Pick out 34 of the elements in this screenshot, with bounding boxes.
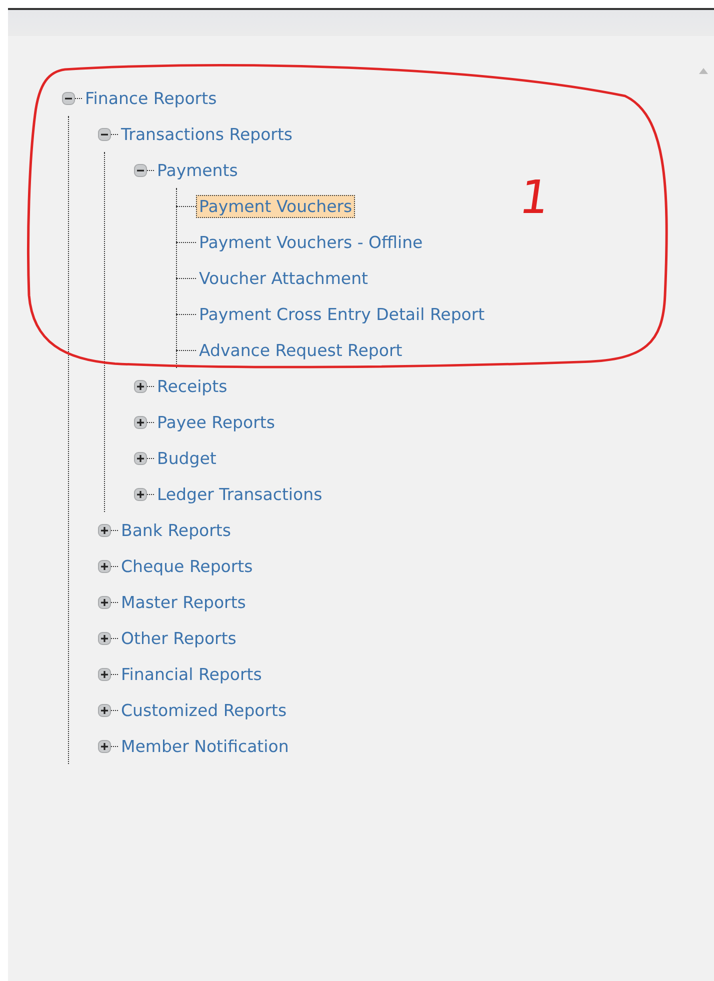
expand-icon[interactable] [98, 668, 111, 680]
expand-icon[interactable] [98, 704, 111, 716]
tree-item[interactable]: Financial Reports [118, 662, 265, 686]
expand-icon[interactable] [134, 452, 147, 464]
collapse-icon[interactable] [98, 128, 111, 140]
tree-item[interactable]: Other Reports [118, 626, 240, 650]
tree-item[interactable]: Transactions Reports [118, 122, 296, 146]
tree-item[interactable]: Customized Reports [118, 698, 290, 722]
tree-item[interactable]: Member Notification [118, 734, 292, 758]
tree-item[interactable]: Finance Reports [82, 86, 220, 110]
tree-item[interactable]: Payment Cross Entry Detail Report [196, 302, 488, 326]
expand-icon[interactable] [98, 740, 111, 752]
tree-item[interactable]: Receipts [154, 374, 230, 398]
tree-item[interactable]: Payee Reports [154, 410, 278, 434]
annotation-number: 1 [516, 170, 554, 224]
tree-item[interactable]: Master Reports [118, 590, 249, 614]
tree-item[interactable]: Bank Reports [118, 518, 234, 542]
expand-icon[interactable] [98, 560, 111, 572]
expand-icon[interactable] [98, 524, 111, 536]
tree-item[interactable]: Payments [154, 158, 241, 182]
expand-icon[interactable] [134, 380, 147, 392]
expand-icon[interactable] [134, 488, 147, 500]
tree-item[interactable]: Payment Vouchers [196, 194, 356, 218]
collapse-icon[interactable] [62, 92, 75, 104]
expand-icon[interactable] [98, 632, 111, 644]
expand-icon[interactable] [134, 416, 147, 428]
tree-item[interactable]: Voucher Attachment [196, 266, 371, 290]
tree-item[interactable]: Advance Request Report [196, 338, 406, 362]
tree-item[interactable]: Budget [154, 446, 220, 470]
expand-icon[interactable] [98, 596, 111, 608]
tree-item[interactable]: Payment Vouchers - Offline [196, 230, 426, 254]
tree-item[interactable]: Ledger Transactions [154, 482, 326, 506]
collapse-icon[interactable] [134, 164, 147, 176]
tree-item[interactable]: Cheque Reports [118, 554, 256, 578]
